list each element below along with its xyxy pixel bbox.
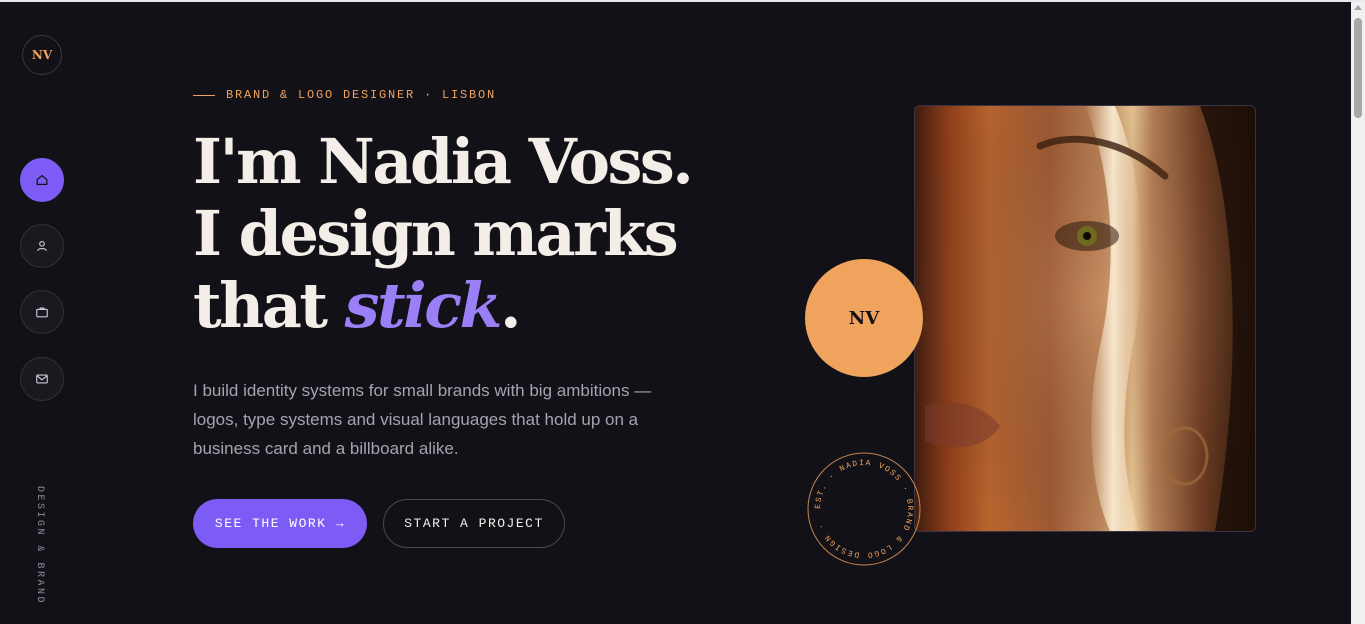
nav-about-button[interactable]	[20, 224, 64, 268]
nav-home-button[interactable]	[20, 158, 64, 202]
page-scrollbar[interactable]	[1351, 2, 1365, 624]
headline-line-2: I design marks	[193, 197, 679, 270]
svg-text:EST. · NADIA VOSS · BRAND & LO: EST. · NADIA VOSS · BRAND & LOGO DESIGN …	[814, 459, 914, 559]
eyebrow-text: BRAND & LOGO DESIGNER · LISBON	[226, 88, 497, 102]
scroll-up-arrow-icon[interactable]	[1354, 5, 1362, 10]
portrait-image	[914, 105, 1256, 532]
eyebrow-rule	[193, 94, 215, 96]
see-the-work-button[interactable]: SEE THE WORK →	[193, 499, 367, 548]
scroll-thumb[interactable]	[1354, 18, 1362, 118]
briefcase-icon	[36, 307, 48, 318]
hero-description: I build identity systems for small brand…	[193, 381, 652, 458]
home-icon	[36, 175, 48, 185]
nav-contact-button[interactable]	[20, 357, 64, 401]
headline-line-3-suffix: .	[499, 269, 522, 342]
sidebar-vertical-label: DESIGN & BRAND	[34, 486, 45, 606]
portrait-illustration	[915, 106, 1255, 531]
mail-icon	[36, 374, 48, 384]
monogram-badge: NV	[805, 259, 923, 377]
hero-headline: I'm Nadia Voss. I design marks that stic…	[193, 125, 694, 342]
user-icon	[37, 240, 47, 252]
sidebar-nav: NV DESIGN & BRAND	[0, 2, 84, 624]
start-a-project-button[interactable]: START A PROJECT	[383, 499, 565, 548]
eyebrow: BRAND & LOGO DESIGNER · LISBON	[193, 88, 496, 102]
headline-line-3-prefix: that	[193, 269, 345, 342]
logo-monogram[interactable]: NV	[22, 35, 62, 75]
circular-stamp: EST. · NADIA VOSS · BRAND & LOGO DESIGN …	[807, 452, 921, 566]
headline-line-1: I'm Nadia Voss.	[193, 125, 694, 198]
nav-work-button[interactable]	[20, 290, 64, 334]
headline-accent-word: stick	[344, 269, 503, 342]
window-top-edge	[0, 0, 1365, 2]
stamp-text: EST. · NADIA VOSS · BRAND & LOGO DESIGN …	[814, 459, 913, 559]
